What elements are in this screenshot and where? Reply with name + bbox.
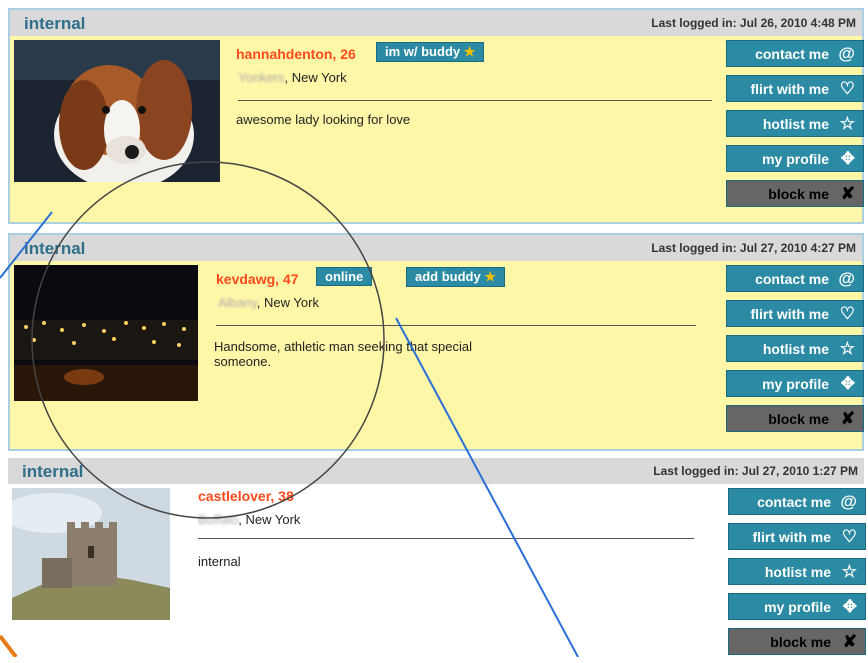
profile-photo-castle[interactable] — [12, 488, 170, 620]
profile-card: internal Last logged in: Jul 26, 2010 4:… — [8, 8, 864, 224]
flirt-with-me-button[interactable]: flirt with me ♡ — [726, 75, 864, 102]
my-profile-button[interactable]: my profile ✥ — [726, 145, 864, 172]
heart-icon: ♡ — [841, 527, 857, 546]
heart-icon: ♡ — [839, 79, 855, 98]
x-icon: ✘ — [840, 184, 855, 203]
profile-card: internal Last logged in: Jul 27, 2010 1:… — [8, 458, 866, 657]
x-icon: ✘ — [840, 409, 855, 428]
block-me-button[interactable]: block me ✘ — [726, 180, 864, 207]
hotlist-me-button[interactable]: hotlist me ☆ — [726, 335, 864, 362]
contact-me-button[interactable]: contact me @ — [728, 488, 866, 515]
add-buddy-button[interactable]: add buddy ★ — [406, 267, 505, 287]
at-icon: @ — [838, 269, 855, 288]
last-login: Last logged in: Jul 26, 2010 4:48 PM — [651, 16, 856, 30]
card-body: kevdawg, 47 online add buddy ★ Albany, N… — [10, 261, 864, 449]
card-header: internal Last logged in: Jul 27, 2010 1:… — [8, 458, 864, 484]
star-icon: ★ — [484, 269, 496, 284]
contact-me-button[interactable]: contact me @ — [726, 265, 864, 292]
profile-description: internal — [198, 554, 241, 569]
cross-arrows-icon: ✥ — [840, 149, 855, 168]
my-profile-button[interactable]: my profile ✥ — [728, 593, 866, 620]
profile-actions: contact me @ flirt with me ♡ hotlist me ☆ m… — [726, 265, 864, 440]
profile-card: internal Last logged in: Jul 27, 2010 4:… — [8, 233, 864, 451]
card-body: hannahdenton, 26 im w/ buddy ★ Yonkers, … — [10, 36, 864, 222]
hotlist-me-button[interactable]: hotlist me ☆ — [728, 558, 866, 585]
block-me-button[interactable]: block me ✘ — [726, 405, 864, 432]
profile-description: awesome lady looking for love — [236, 112, 411, 127]
profile-actions: contact me @ flirt with me ♡ hotlist me ☆ m… — [726, 40, 864, 215]
im-with-buddy-badge[interactable]: im w/ buddy ★ — [376, 42, 485, 62]
hotlist-me-button[interactable]: hotlist me ☆ — [726, 110, 864, 137]
card-body: castlelover, 38 Buffalo, New York intern… — [8, 484, 866, 657]
cross-arrows-icon: ✥ — [842, 597, 857, 616]
profile-name[interactable]: castlelover, 38 — [198, 488, 294, 504]
divider — [238, 100, 712, 101]
star-outline-icon: ☆ — [839, 339, 855, 358]
last-login: Last logged in: Jul 27, 2010 4:27 PM — [651, 241, 856, 255]
profile-photo-night-city[interactable] — [14, 265, 198, 401]
flirt-with-me-button[interactable]: flirt with me ♡ — [726, 300, 864, 327]
last-login: Last logged in: Jul 27, 2010 1:27 PM — [653, 464, 858, 478]
star-outline-icon: ☆ — [841, 562, 857, 581]
card-header: internal Last logged in: Jul 27, 2010 4:… — [10, 235, 862, 261]
profile-actions: contact me @ flirt with me ♡ hotlist me ☆ m… — [728, 488, 866, 663]
at-icon: @ — [838, 44, 855, 63]
star-icon: ★ — [463, 44, 476, 59]
star-outline-icon: ☆ — [839, 114, 855, 133]
profile-photo-dog[interactable] — [14, 40, 220, 182]
flirt-with-me-button[interactable]: flirt with me ♡ — [728, 523, 866, 550]
profile-description: Handsome, athletic man seeking that spec… — [214, 339, 472, 369]
card-header: internal Last logged in: Jul 26, 2010 4:… — [10, 10, 862, 36]
profile-location: Albany, New York — [218, 295, 319, 310]
x-icon: ✘ — [842, 632, 857, 651]
my-profile-button[interactable]: my profile ✥ — [726, 370, 864, 397]
heart-icon: ♡ — [839, 304, 855, 323]
online-badge: online — [316, 267, 373, 286]
cross-arrows-icon: ✥ — [840, 374, 855, 393]
profile-name[interactable]: hannahdenton, 26 — [236, 46, 356, 62]
divider — [216, 325, 696, 326]
block-me-button[interactable]: block me ✘ — [728, 628, 866, 655]
profile-location: Buffalo, New York — [198, 512, 301, 527]
contact-me-button[interactable]: contact me @ — [726, 40, 864, 67]
profile-name[interactable]: kevdawg, 47 — [216, 271, 299, 287]
profile-location: Yonkers, New York — [238, 70, 347, 85]
card-tag: internal — [24, 14, 86, 33]
card-tag: internal — [22, 462, 84, 481]
at-icon: @ — [840, 492, 857, 511]
divider — [198, 538, 694, 539]
card-tag: internal — [24, 239, 86, 258]
